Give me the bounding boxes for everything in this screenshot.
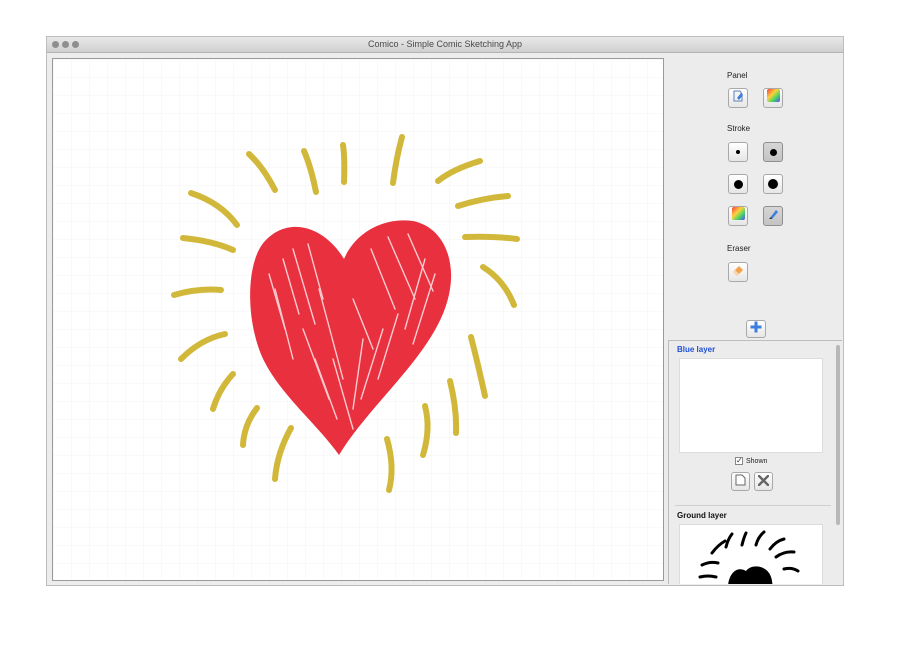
heart-artwork: [171, 134, 520, 493]
add-layer-button[interactable]: [746, 320, 766, 338]
layers-panel: Blue layer ✓ Shown Ground layer: [668, 340, 842, 584]
drawing-canvas[interactable]: [52, 58, 664, 581]
title-bar[interactable]: Comico - Simple Comic Sketching App: [47, 37, 843, 53]
shown-checkbox[interactable]: ✓: [735, 457, 743, 465]
panel-pen-icon: [731, 89, 745, 108]
panel-section-label: Panel: [727, 71, 748, 80]
layer-divider: [675, 505, 831, 506]
stroke-color-button[interactable]: [728, 206, 748, 226]
x-icon: [757, 473, 770, 491]
tools-panel: Panel Stroke Eraser: [666, 53, 842, 340]
blue-layer-thumbnail[interactable]: [679, 358, 823, 453]
window-title: Comico - Simple Comic Sketching App: [367, 39, 523, 49]
brush-icon: [767, 207, 780, 225]
panel-color-icon: [766, 89, 780, 107]
ground-layer-title[interactable]: Ground layer: [677, 511, 727, 520]
xlarge-dot-icon: [768, 179, 778, 189]
eraser-icon: [731, 263, 745, 282]
brush-button[interactable]: [763, 206, 783, 226]
panel-pen-button[interactable]: [728, 88, 748, 108]
eraser-section-label: Eraser: [727, 244, 751, 253]
stroke-large-button[interactable]: [728, 174, 748, 194]
blue-layer-title[interactable]: Blue layer: [677, 345, 715, 354]
panel-color-button[interactable]: [763, 88, 783, 108]
ground-layer-thumbnail[interactable]: [679, 524, 823, 584]
large-dot-icon: [733, 179, 743, 189]
stroke-color-icon: [731, 207, 745, 225]
duplicate-layer-button[interactable]: [731, 472, 750, 491]
document-icon: [735, 473, 746, 491]
plus-icon: [750, 320, 762, 338]
medium-dot-icon: [769, 148, 777, 156]
stroke-xlarge-button[interactable]: [763, 174, 783, 194]
layers-scrollbar[interactable]: [836, 345, 840, 525]
shown-toggle[interactable]: ✓ Shown: [735, 457, 767, 465]
stroke-medium-button[interactable]: [763, 142, 783, 162]
stroke-small-button[interactable]: [728, 142, 748, 162]
delete-layer-button[interactable]: [754, 472, 773, 491]
eraser-button[interactable]: [728, 262, 748, 282]
stroke-section-label: Stroke: [727, 124, 751, 133]
small-dot-icon: [736, 150, 740, 154]
shown-label: Shown: [746, 457, 768, 465]
ground-layer-preview: [698, 530, 800, 584]
